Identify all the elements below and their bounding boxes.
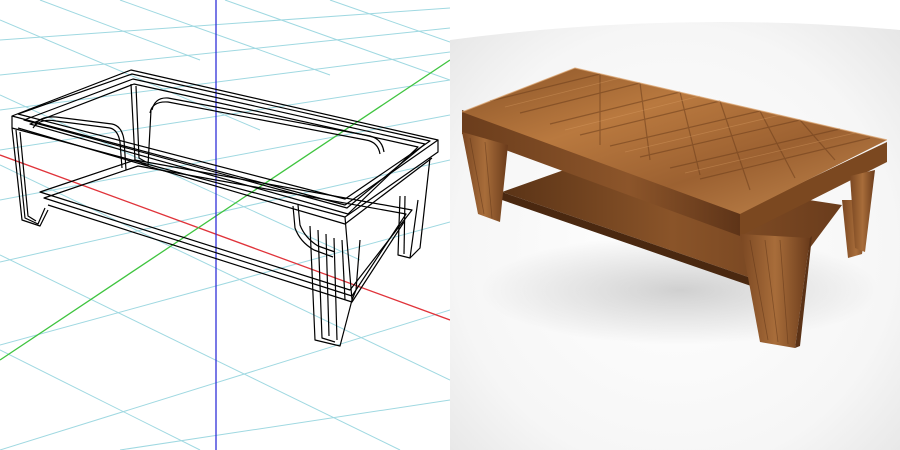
render-canvas xyxy=(450,0,900,450)
table-wireframe xyxy=(11,69,439,347)
wireframe-canvas xyxy=(0,0,450,450)
wireframe-viewport[interactable] xyxy=(0,0,450,450)
render-preview[interactable] xyxy=(450,0,900,450)
ground-grid xyxy=(0,0,450,450)
viewer-stage xyxy=(0,0,900,450)
